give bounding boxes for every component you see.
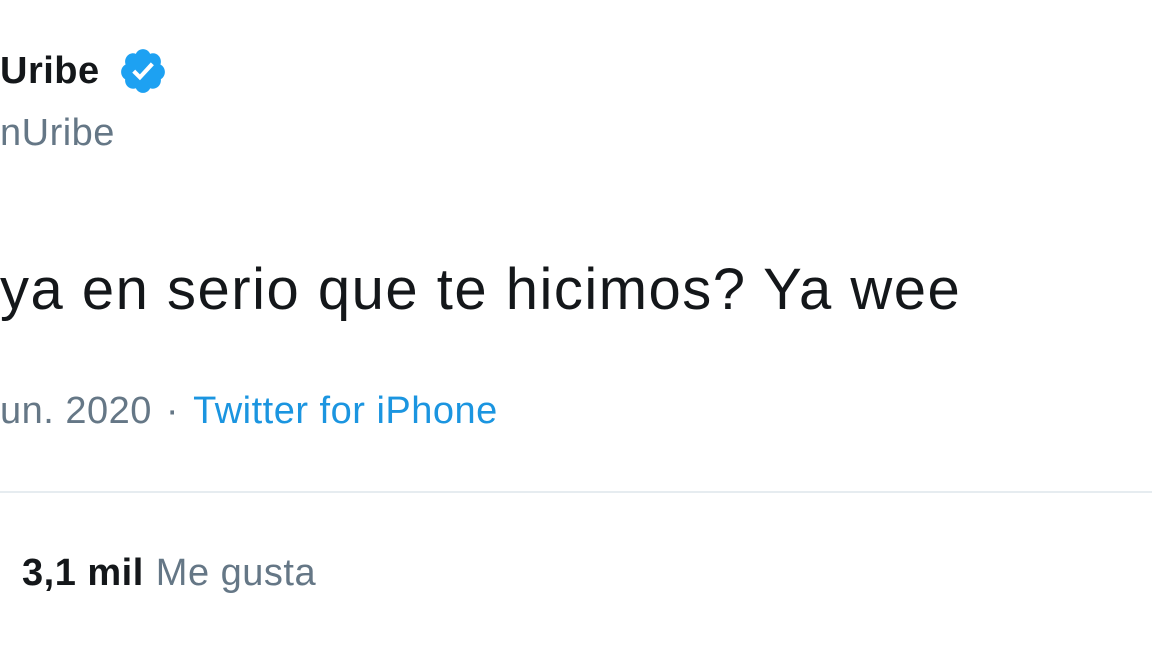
tweet-date[interactable]: un. 2020: [0, 390, 152, 432]
likes-label: Me gusta: [155, 552, 317, 594]
likes-count: 3,1 mil: [22, 552, 144, 594]
meta-separator: ·: [165, 390, 180, 432]
tweet-card: Uribe nUribe ya en serio que te hicimos?…: [0, 0, 1152, 648]
display-name-text[interactable]: Uribe: [0, 50, 100, 93]
author-handle[interactable]: nUribe: [0, 112, 115, 155]
tweet-text: ya en serio que te hicimos? Ya wee: [0, 257, 962, 322]
author-display-name[interactable]: Uribe: [0, 46, 168, 96]
tweet-meta: un. 2020 · Twitter for iPhone: [0, 390, 498, 433]
verified-badge-icon: [120, 49, 165, 93]
likes-stat[interactable]: 3,1 mil Me gusta: [22, 552, 316, 595]
divider: [0, 491, 1152, 493]
tweet-source-link[interactable]: Twitter for iPhone: [193, 390, 498, 432]
